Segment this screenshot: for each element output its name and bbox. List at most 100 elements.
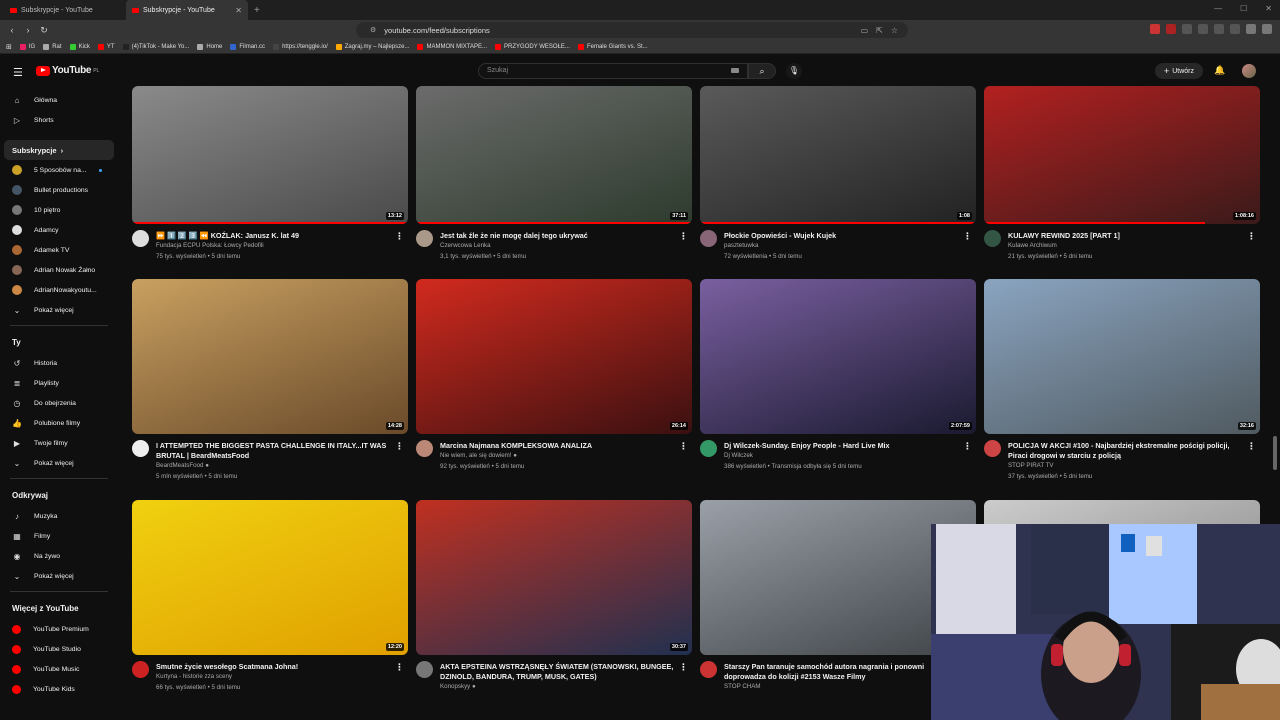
sidebar-item[interactable]: 👍 Polubione filmy bbox=[0, 413, 118, 433]
more-options-icon[interactable]: ⋮ bbox=[679, 441, 688, 452]
video-title[interactable]: Marcina Najmana KOMPLEKSOWA ANALIZA bbox=[440, 441, 680, 451]
browser-menu-icon[interactable] bbox=[1262, 24, 1272, 34]
close-window-icon[interactable]: ✕ bbox=[1265, 4, 1272, 13]
video-title[interactable]: Dj Wilczek-Sunday. Enjoy People - Hard L… bbox=[724, 441, 964, 451]
channel-name[interactable]: Kurtyna - historie zza sceny bbox=[156, 673, 232, 680]
search-button[interactable]: ⌕ bbox=[748, 63, 776, 79]
extension-icon[interactable] bbox=[1166, 24, 1176, 34]
sidebar-item[interactable]: ◷ Do obejrzenia bbox=[0, 393, 118, 413]
sidebar-item[interactable]: Adamcy bbox=[0, 220, 118, 240]
avatar[interactable] bbox=[1242, 64, 1256, 78]
video-thumbnail[interactable]: 37:11 bbox=[416, 86, 692, 224]
cast-icon[interactable]: ▭ bbox=[861, 26, 869, 35]
bookmark-item[interactable]: https://tenggle.io/ bbox=[273, 43, 328, 50]
sidebar-item[interactable]: YouTube Studio bbox=[0, 639, 118, 659]
sidebar-item[interactable]: YouTube Music bbox=[0, 659, 118, 679]
sidebar-section-header[interactable]: Więcej z YouTube bbox=[0, 597, 118, 619]
bookmark-item[interactable]: Filman.cc bbox=[230, 43, 265, 50]
video-title[interactable]: I ATTEMPTED THE BIGGEST PASTA CHALLENGE … bbox=[156, 441, 396, 461]
video-title[interactable]: POLICJA W AKCJI #100 - Najbardziej ekstr… bbox=[1008, 441, 1248, 461]
sidebar-item[interactable]: Adamek TV bbox=[0, 240, 118, 260]
channel-avatar[interactable] bbox=[984, 440, 1001, 457]
sidebar-item[interactable]: ↺ Historia bbox=[0, 353, 118, 373]
video-thumbnail[interactable]: 1:08:16 bbox=[984, 86, 1260, 224]
channel-avatar[interactable] bbox=[416, 440, 433, 457]
channel-name[interactable]: Czerwcowa Lenka bbox=[440, 242, 491, 249]
sidebar-item[interactable]: ⌂ Główna bbox=[0, 90, 118, 110]
channel-name[interactable]: Dj Wilczek bbox=[724, 452, 753, 459]
channel-avatar[interactable] bbox=[132, 440, 149, 457]
video-title[interactable]: AKTA EPSTEINA WSTRZĄSNĘŁY ŚWIATEM (STANO… bbox=[440, 662, 680, 682]
more-options-icon[interactable]: ⋮ bbox=[395, 231, 404, 242]
apps-icon[interactable]: ⊞ bbox=[6, 43, 12, 51]
video-thumbnail[interactable]: 14:28 bbox=[132, 279, 408, 434]
menu-icon[interactable]: ☰ bbox=[13, 66, 23, 79]
browser-tab[interactable]: Subskrypcje - YouTube ✕ bbox=[126, 0, 248, 20]
search-input[interactable]: Szukaj bbox=[478, 63, 748, 79]
sidebar-item[interactable]: ◉ Na żywo bbox=[0, 546, 118, 566]
video-title[interactable]: KULAWY REWIND 2025 [PART 1] bbox=[1008, 231, 1248, 241]
channel-name[interactable]: pasztetuwka bbox=[724, 242, 758, 249]
channel-name[interactable]: STOP PIRAT TV bbox=[1008, 462, 1054, 469]
browser-tab[interactable]: Subskrypcje - YouTube bbox=[4, 0, 126, 20]
bookmark-item[interactable]: (4)TikTok - Make Yo... bbox=[122, 43, 189, 50]
sidebar-item[interactable]: ⌄ Pokaż więcej bbox=[0, 566, 118, 586]
sidebar-item[interactable]: YouTube Premium bbox=[0, 619, 118, 639]
sidebar-icon[interactable] bbox=[1214, 24, 1224, 34]
sidebar-item[interactable]: Bullet productions bbox=[0, 180, 118, 200]
star-icon[interactable]: ☆ bbox=[891, 26, 898, 35]
channel-avatar[interactable] bbox=[416, 230, 433, 247]
youtube-logo[interactable]: YouTube PL bbox=[36, 65, 99, 76]
channel-avatar[interactable] bbox=[984, 230, 1001, 247]
maximize-icon[interactable]: ☐ bbox=[1240, 4, 1247, 13]
channel-avatar[interactable] bbox=[132, 230, 149, 247]
share-icon[interactable]: ⇱ bbox=[876, 26, 883, 35]
bookmark-item[interactable]: Female Giants vs. St... bbox=[577, 43, 648, 50]
sidebar-item[interactable]: ▦ Filmy bbox=[0, 526, 118, 546]
channel-name[interactable]: BeardMeatsFood ● bbox=[156, 462, 209, 469]
notifications-icon[interactable]: 🔔 bbox=[1214, 65, 1225, 76]
minimize-icon[interactable]: — bbox=[1214, 4, 1222, 13]
forward-icon[interactable]: › bbox=[20, 25, 36, 35]
channel-name[interactable]: Konopskyy ● bbox=[440, 683, 476, 690]
sidebar-item[interactable]: YouTube Kids bbox=[0, 679, 118, 699]
channel-avatar[interactable] bbox=[700, 230, 717, 247]
video-thumbnail[interactable]: 13:12 bbox=[132, 86, 408, 224]
bookmark-item[interactable]: YT bbox=[97, 43, 115, 50]
sidebar-item[interactable]: ▷ Shorts bbox=[0, 110, 118, 130]
create-button[interactable]: + Utwórz bbox=[1155, 63, 1203, 79]
sidebar-item[interactable]: ≣ Playlisty bbox=[0, 373, 118, 393]
sidebar-item[interactable]: ▶ Twoje filmy bbox=[0, 433, 118, 453]
sidebar-item[interactable]: ♪ Muzyka bbox=[0, 506, 118, 526]
more-options-icon[interactable]: ⋮ bbox=[963, 441, 972, 452]
sidebar-item[interactable]: AdrianNowakyoutu... bbox=[0, 280, 118, 300]
channel-name[interactable]: Fundacja ECPU Polska: Łowcy Pedofili bbox=[156, 242, 264, 249]
bookmark-item[interactable]: Zagraj.my – Najlepsze... bbox=[335, 43, 409, 50]
video-thumbnail[interactable]: 2:07:59 bbox=[700, 279, 976, 434]
channel-name[interactable]: STOP CHAM bbox=[724, 683, 761, 690]
bookmark-item[interactable]: MAMMON MIXTAPE... bbox=[417, 43, 487, 50]
channel-avatar[interactable] bbox=[416, 661, 433, 678]
keyboard-icon[interactable] bbox=[731, 68, 739, 73]
sidebar-item[interactable]: ⌄ Pokaż więcej bbox=[0, 300, 118, 320]
bookmark-item[interactable]: Home bbox=[197, 43, 222, 50]
channel-name[interactable]: Nie wiem, ale się dowiem! ● bbox=[440, 452, 517, 459]
video-title[interactable]: Płockie Opowieści - Wujek Kujek bbox=[724, 231, 964, 241]
more-options-icon[interactable]: ⋮ bbox=[963, 231, 972, 242]
channel-avatar[interactable] bbox=[700, 440, 717, 457]
sidebar-item[interactable]: Adrian Nowak Żałno bbox=[0, 260, 118, 280]
extension-icon[interactable] bbox=[1150, 24, 1160, 34]
reload-icon[interactable]: ↻ bbox=[36, 25, 52, 36]
video-thumbnail[interactable]: 30:37 bbox=[416, 500, 692, 655]
channel-avatar[interactable] bbox=[700, 661, 717, 678]
more-options-icon[interactable]: ⋮ bbox=[395, 441, 404, 452]
more-options-icon[interactable]: ⋮ bbox=[679, 231, 688, 242]
bookmark-item[interactable]: Rat bbox=[43, 43, 62, 50]
extension-icon[interactable] bbox=[1182, 24, 1192, 34]
sidebar-section-header[interactable]: Ty bbox=[0, 331, 118, 353]
new-tab-button[interactable]: + bbox=[254, 5, 260, 16]
video-thumbnail[interactable]: 26:14 bbox=[416, 279, 692, 434]
more-options-icon[interactable]: ⋮ bbox=[1247, 231, 1256, 242]
sidebar-item[interactable]: 5 Sposobów na... bbox=[0, 160, 118, 180]
bookmark-item[interactable]: PRZYGODY WESOŁE... bbox=[495, 43, 570, 50]
